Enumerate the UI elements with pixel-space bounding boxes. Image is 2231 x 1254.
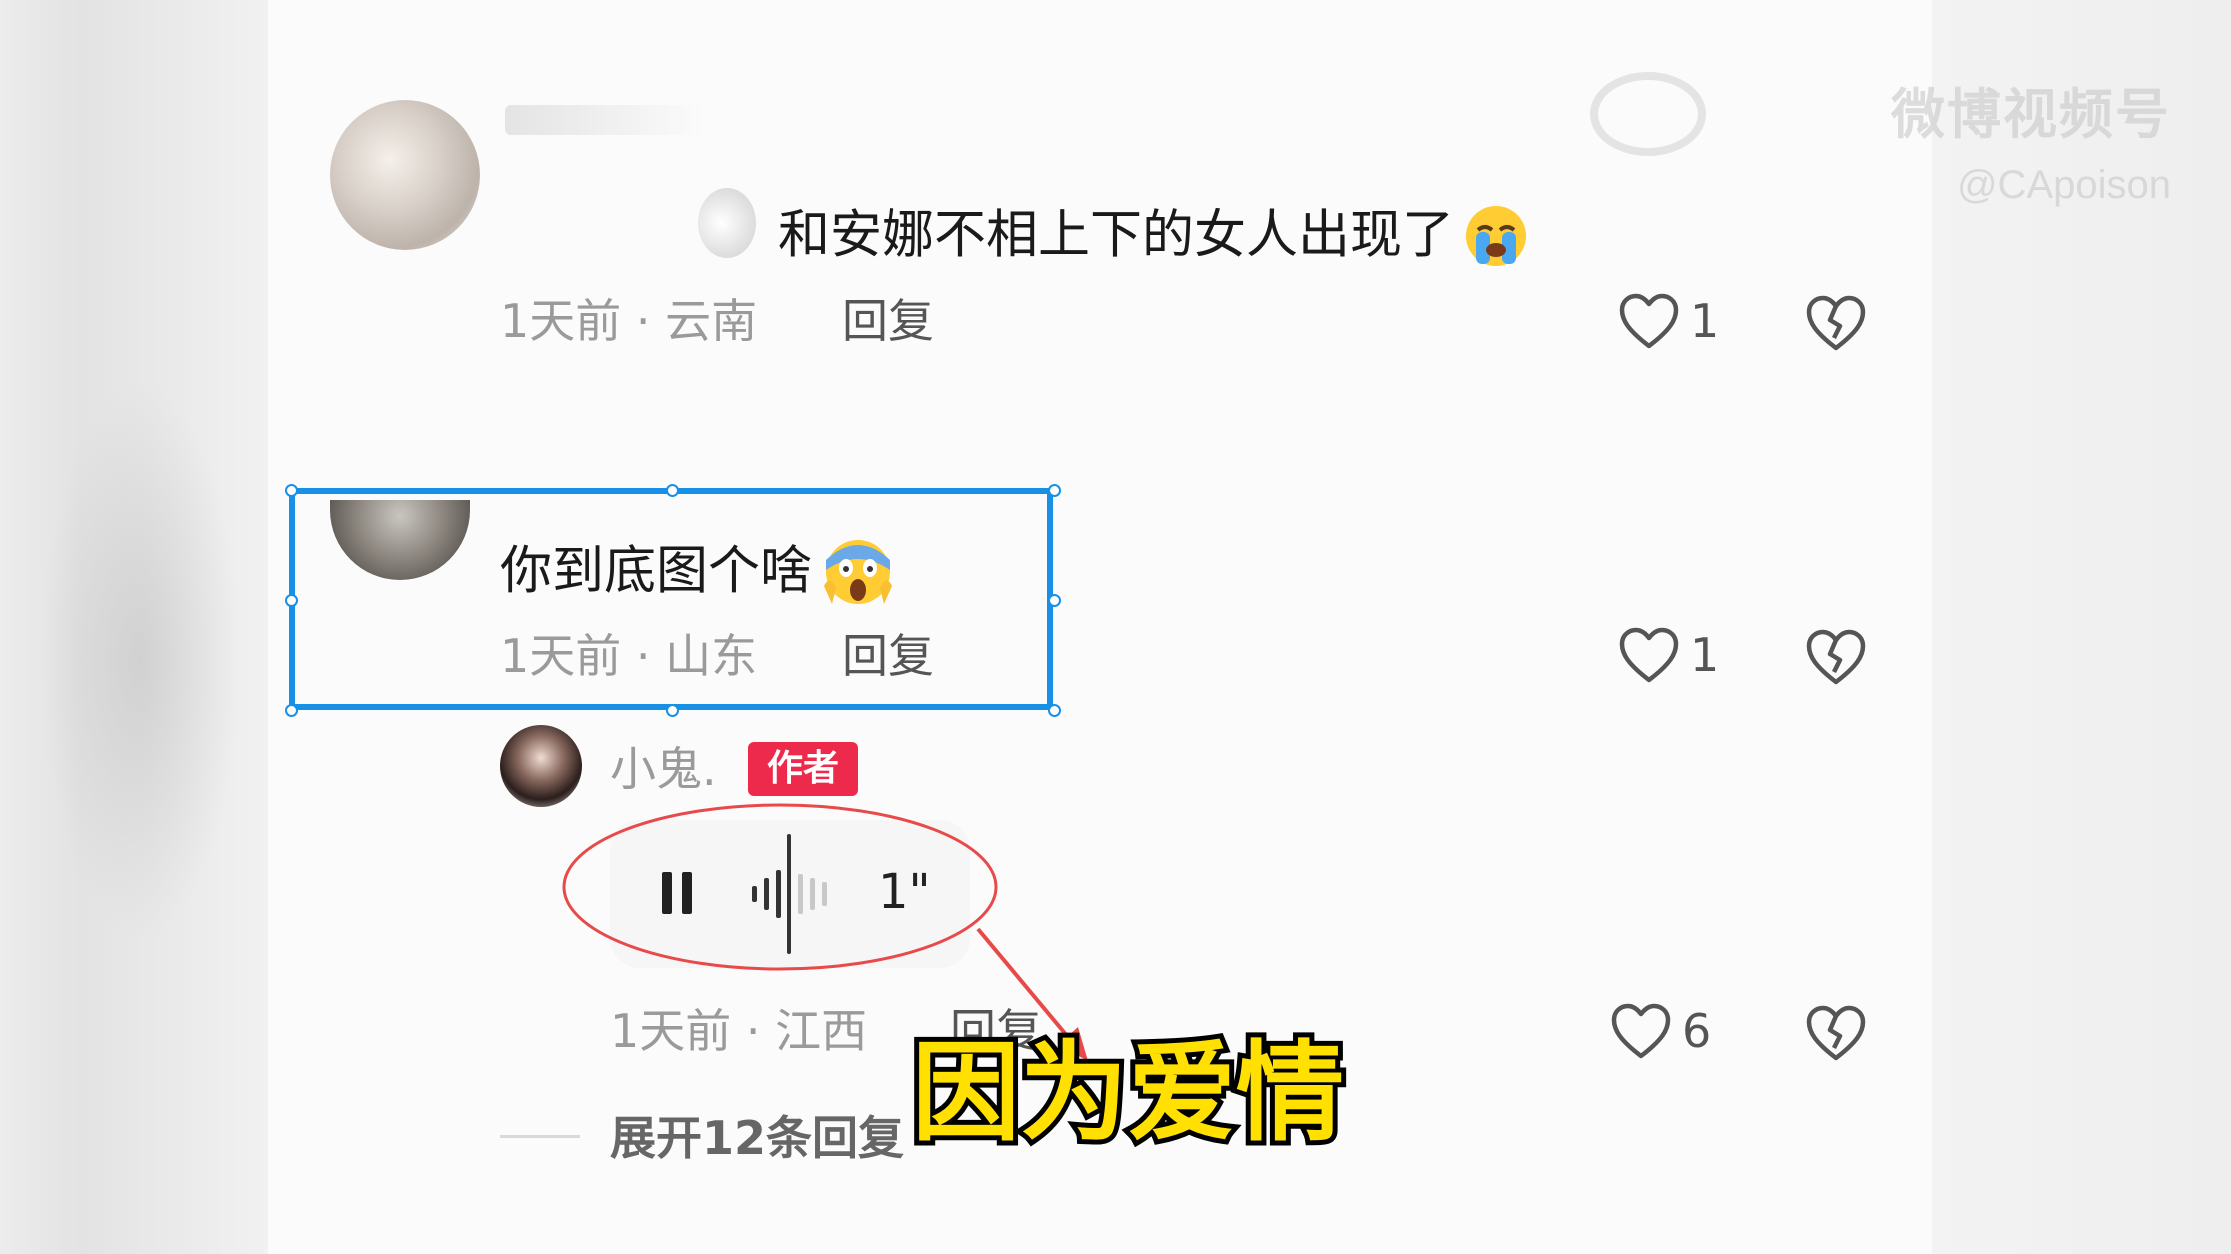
like-count: 1	[1690, 294, 1720, 348]
selection-handle[interactable]	[285, 484, 298, 497]
heart-icon	[1619, 627, 1679, 683]
selection-handle[interactable]	[1048, 704, 1061, 717]
author-avatar[interactable]	[500, 725, 582, 807]
annotation-ellipse	[562, 803, 998, 971]
weibo-logo-icon	[1590, 72, 1706, 156]
like-button[interactable]: 6	[1610, 1002, 1711, 1060]
selection-box	[289, 488, 1053, 710]
watermark: 微博视频号 @CApoison	[1891, 70, 2171, 208]
selection-handle[interactable]	[1048, 594, 1061, 607]
like-count: 6	[1682, 1004, 1712, 1058]
watermark-handle: @CApoison	[1956, 163, 2171, 207]
video-caption: 因为爱情	[907, 1031, 1349, 1156]
comment-text-1: 和安娜不相上下的女人出现了	[778, 198, 1532, 279]
heart-icon	[1611, 1003, 1671, 1059]
like-button[interactable]: 1	[1618, 292, 1719, 350]
author-badge: 作者	[748, 742, 858, 796]
selection-handle[interactable]	[666, 704, 679, 717]
broken-heart-icon[interactable]	[1804, 292, 1868, 352]
expand-divider	[500, 1135, 580, 1138]
left-blur-background	[0, 0, 268, 1254]
comment-meta: 1天前 · 云南	[500, 294, 758, 348]
selection-handle[interactable]	[285, 594, 298, 607]
author-name[interactable]: 小鬼.	[610, 746, 717, 792]
username-faded	[505, 105, 705, 135]
selection-handle[interactable]	[666, 484, 679, 497]
selection-handle[interactable]	[285, 704, 298, 717]
selection-handle[interactable]	[1048, 484, 1061, 497]
broken-heart-icon[interactable]	[1804, 626, 1868, 686]
broken-heart-icon[interactable]	[1804, 1002, 1868, 1062]
loudly-crying-face-icon	[1460, 198, 1532, 279]
reply-button[interactable]: 回复	[842, 298, 934, 344]
faded-avatar-icon	[698, 188, 756, 258]
avatar[interactable]	[330, 100, 480, 250]
watermark-title: 微博视频号	[1891, 85, 2171, 145]
expand-replies-button[interactable]: 展开12条回复	[610, 1115, 904, 1161]
reply-meta: 1天前 · 江西	[610, 1004, 868, 1058]
comment-text: 和安娜不相上下的女人出现了	[778, 205, 1455, 266]
like-button[interactable]: 1	[1618, 626, 1719, 684]
like-count: 1	[1690, 628, 1720, 682]
heart-icon	[1619, 293, 1679, 349]
